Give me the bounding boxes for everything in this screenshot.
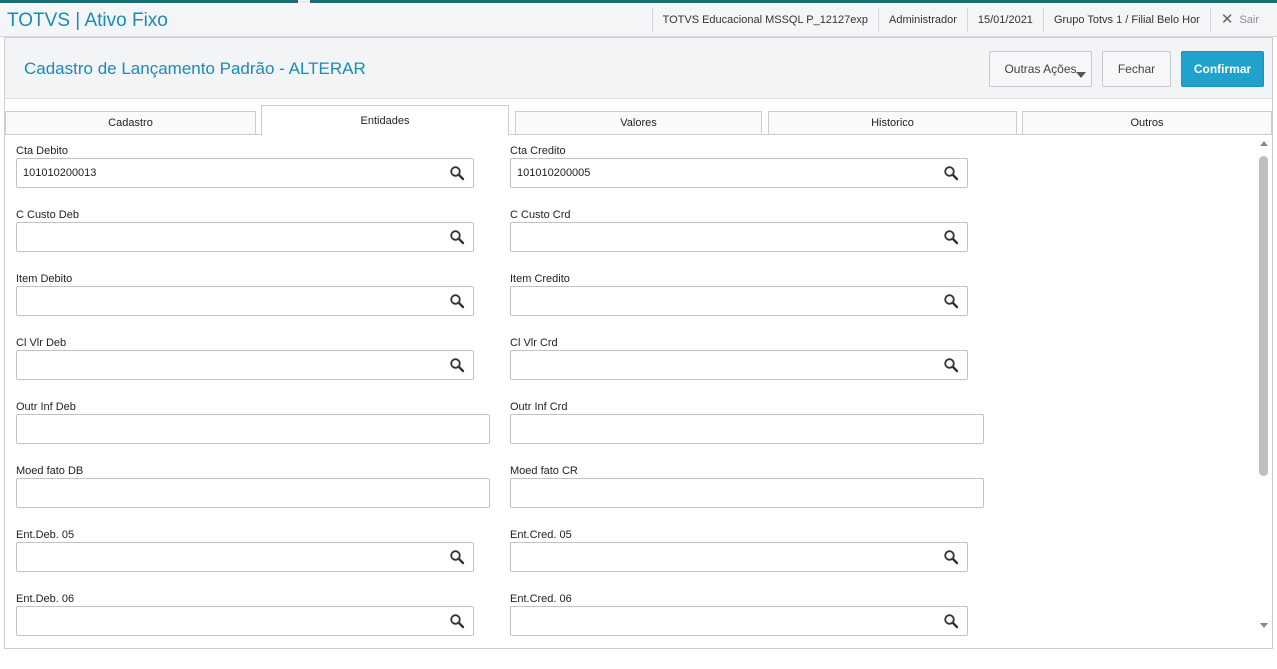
item-debito-input[interactable] — [16, 286, 474, 316]
ent-deb-05-label: Ent.Deb. 05 — [16, 529, 75, 541]
search-icon[interactable] — [943, 357, 959, 373]
app-title: TOTVS | Ativo Fixo — [7, 10, 168, 31]
tab-cadastro[interactable]: Cadastro — [5, 111, 256, 135]
search-icon[interactable] — [943, 549, 959, 565]
scroll-up-arrow-icon[interactable] — [1260, 141, 1268, 146]
outr-inf-deb-label: Outr Inf Deb — [16, 401, 76, 413]
cl-vlr-deb-input[interactable] — [16, 350, 474, 380]
tab-valores[interactable]: Valores — [515, 111, 762, 135]
c-custo-deb-label: C Custo Deb — [16, 209, 79, 221]
cta-credito-label: Cta Credito — [510, 145, 566, 157]
environment-label[interactable]: TOTVS Educacional MSSQL P_12127exp — [651, 8, 878, 32]
item-debito-label: Item Debito — [16, 273, 73, 285]
cta-debito-input[interactable]: 101010200013 — [16, 158, 474, 188]
moed-fato-db-input[interactable] — [16, 478, 490, 508]
logout-button[interactable]: ✕ Sair — [1209, 8, 1277, 32]
form-window: Cadastro de Lançamento Padrão - ALTERAR … — [4, 37, 1273, 649]
ent-deb-06-label: Ent.Deb. 06 — [16, 593, 75, 605]
cta-credito-value: 101010200005 — [517, 167, 591, 179]
branch-label[interactable]: Grupo Totvs 1 / Filial Belo Hor — [1042, 8, 1210, 32]
ent-deb-05-input[interactable] — [16, 542, 474, 572]
search-icon[interactable] — [449, 357, 465, 373]
other-actions-label: Outras Ações — [1004, 62, 1077, 76]
scrollbar-thumb[interactable] — [1259, 156, 1268, 476]
search-icon[interactable] — [943, 165, 959, 181]
moed-fato-cr-label: Moed fato CR — [510, 465, 578, 477]
ent-deb-06-input[interactable] — [16, 606, 474, 636]
search-icon[interactable] — [449, 229, 465, 245]
close-button[interactable]: Fechar — [1102, 51, 1171, 87]
item-credito-label: Item Credito — [510, 273, 570, 285]
search-icon[interactable] — [449, 613, 465, 629]
scroll-down-arrow-icon[interactable] — [1260, 623, 1268, 628]
outr-inf-crd-input[interactable] — [510, 414, 984, 444]
page-title: Cadastro de Lançamento Padrão - ALTERAR — [24, 59, 366, 78]
c-custo-deb-input[interactable] — [16, 222, 474, 252]
user-label[interactable]: Administrador — [878, 8, 967, 32]
cl-vlr-crd-label: Cl Vlr Crd — [510, 337, 558, 349]
outr-inf-deb-input[interactable] — [16, 414, 490, 444]
outr-inf-crd-label: Outr Inf Crd — [510, 401, 568, 413]
tab-entidades[interactable]: Entidades — [261, 105, 509, 136]
cta-debito-label: Cta Debito — [16, 145, 68, 157]
app-meta-bar: TOTVS Educacional MSSQL P_12127exp Admin… — [651, 8, 1277, 32]
cl-vlr-deb-label: Cl Vlr Deb — [16, 337, 67, 349]
cta-debito-value: 101010200013 — [23, 167, 97, 179]
ent-cred-05-input[interactable] — [510, 542, 968, 572]
close-icon: ✕ — [1220, 11, 1234, 28]
moed-fato-cr-input[interactable] — [510, 478, 984, 508]
date-label[interactable]: 15/01/2021 — [966, 8, 1043, 32]
confirm-button[interactable]: Confirmar — [1181, 51, 1264, 87]
c-custo-crd-input[interactable] — [510, 222, 968, 252]
search-icon[interactable] — [943, 293, 959, 309]
cl-vlr-crd-input[interactable] — [510, 350, 968, 380]
search-icon[interactable] — [943, 229, 959, 245]
search-icon[interactable] — [449, 293, 465, 309]
ent-cred-06-label: Ent.Cred. 06 — [510, 593, 572, 605]
ent-cred-06-input[interactable] — [510, 606, 968, 636]
other-actions-button[interactable]: Outras Ações — [989, 51, 1092, 87]
search-icon[interactable] — [449, 165, 465, 181]
search-icon[interactable] — [449, 549, 465, 565]
entidades-panel: Cta Debito 101010200013 Cta Credito 1010… — [5, 134, 1272, 636]
search-icon[interactable] — [943, 613, 959, 629]
tab-historico[interactable]: Historico — [768, 111, 1017, 135]
vertical-scrollbar[interactable] — [1256, 135, 1272, 636]
form-header: Cadastro de Lançamento Padrão - ALTERAR … — [5, 38, 1272, 99]
app-header: TOTVS | Ativo Fixo TOTVS Educacional MSS… — [0, 3, 1277, 37]
item-credito-input[interactable] — [510, 286, 968, 316]
tab-outros[interactable]: Outros — [1022, 111, 1272, 135]
cta-credito-input[interactable]: 101010200005 — [510, 158, 968, 188]
moed-fato-db-label: Moed fato DB — [16, 465, 84, 477]
chevron-down-icon — [1076, 72, 1086, 78]
ent-cred-05-label: Ent.Cred. 05 — [510, 529, 572, 541]
c-custo-crd-label: C Custo Crd — [510, 209, 571, 221]
logout-label: Sair — [1239, 14, 1259, 26]
